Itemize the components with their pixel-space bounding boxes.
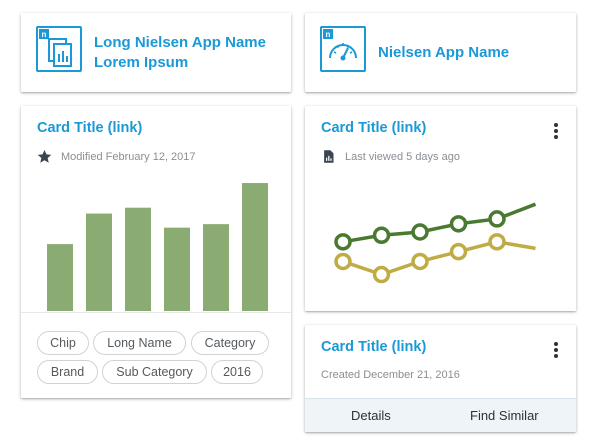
card-title-link[interactable]: Card Title (link) [321, 339, 426, 355]
bar-3 [125, 207, 151, 311]
chip-chip[interactable]: Chip [37, 331, 89, 355]
document-chart-icon: n [36, 26, 82, 72]
bar-5 [203, 224, 229, 311]
series-1-point-2 [372, 226, 391, 245]
detail-card: Card Title (link) Created December 21, 2… [305, 325, 576, 432]
series-2-point-4 [449, 242, 468, 261]
series-1-point-1 [334, 233, 352, 251]
chip-sub-category[interactable]: Sub Category [102, 360, 207, 384]
chip-long-name[interactable]: Long Name [93, 331, 186, 355]
bar-2 [86, 213, 112, 311]
svg-text:n: n [42, 30, 47, 39]
bar-chart [47, 183, 268, 311]
gauge-icon: n [320, 26, 366, 72]
find-similar-button[interactable]: Find Similar [470, 399, 539, 432]
bar-4 [164, 227, 190, 311]
svg-text:n: n [326, 30, 331, 39]
series-2-line [342, 240, 536, 277]
series-2-point-1 [334, 252, 352, 271]
details-button[interactable]: Details [351, 399, 391, 432]
app-card-nielsen[interactable]: n Nielsen App Name [305, 13, 576, 92]
chip-list: Chip Long Name Category Brand Sub Catego… [21, 312, 291, 398]
card-actions: Details Find Similar [305, 398, 576, 432]
app-card-long-name[interactable]: n Long Nielsen App Name Lorem Ipsum [21, 13, 291, 92]
line-chart-card: Card Title (link) Last viewed 5 days ago [305, 106, 576, 311]
series-1-point-3 [411, 223, 429, 241]
card-meta-text: Created December 21, 2016 [321, 369, 460, 381]
chip-brand[interactable]: Brand [37, 360, 98, 384]
more-options-icon[interactable] [552, 342, 560, 360]
series-2-point-5 [488, 233, 506, 251]
bar-6 [242, 183, 268, 311]
app-name-line1: Long Nielsen App Name [94, 34, 266, 51]
bar-chart-card: Card Title (link) Modified February 12, … [21, 106, 291, 398]
series-1-point-5 [488, 210, 506, 228]
series-1-point-4 [449, 215, 468, 233]
chip-2016[interactable]: 2016 [211, 360, 263, 384]
series-1-line [342, 202, 537, 244]
line-chart [334, 202, 537, 284]
series-2-point-3 [411, 252, 429, 271]
bar-1 [47, 244, 73, 311]
series-2-point-2 [372, 265, 391, 284]
chip-category[interactable]: Category [191, 331, 269, 355]
app-name: Nielsen App Name [378, 44, 510, 61]
app-name-line2: Lorem Ipsum [94, 54, 189, 71]
